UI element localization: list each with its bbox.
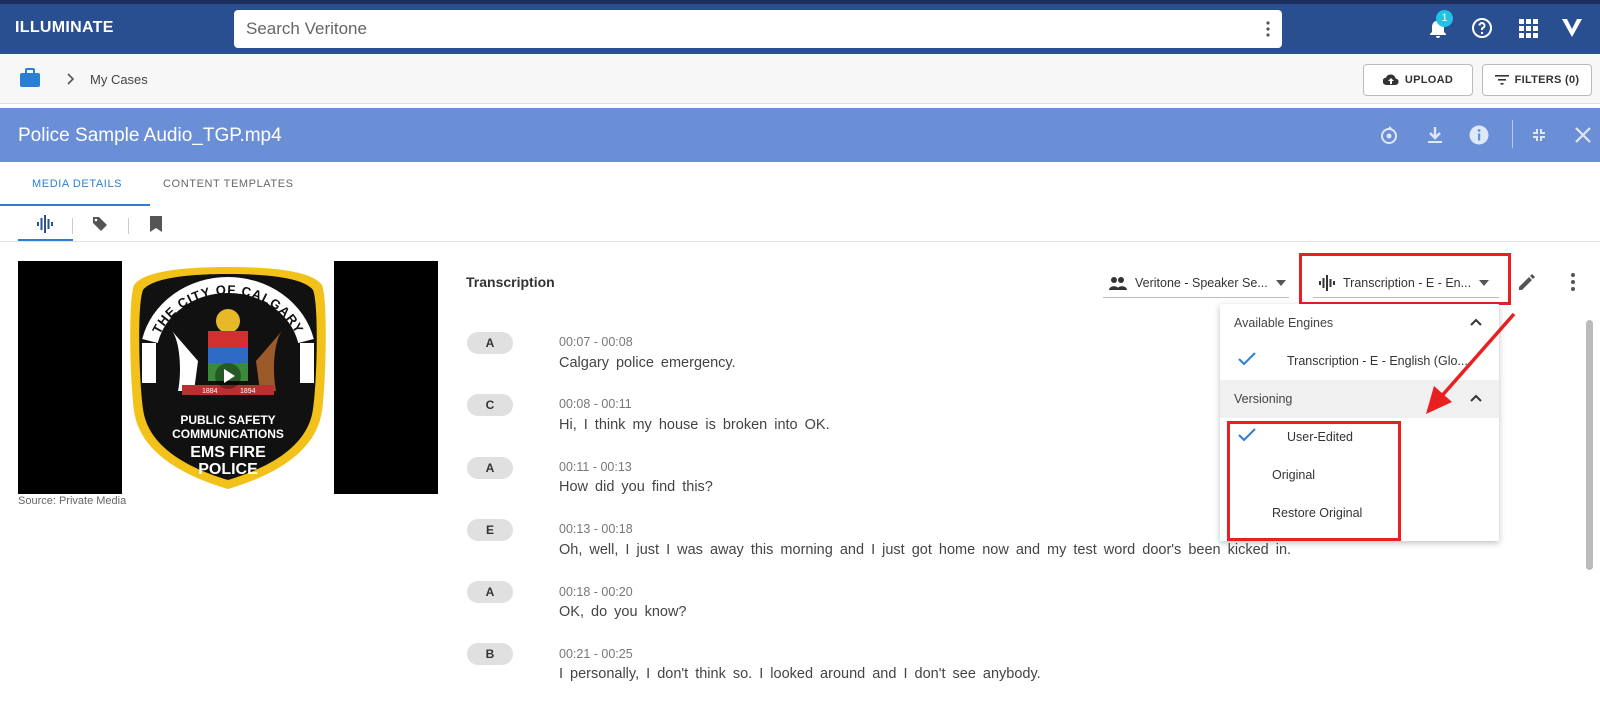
notification-count-badge: 1 — [1436, 10, 1453, 27]
cloud-upload-icon — [1382, 74, 1399, 86]
transcript-waveform-icon[interactable] — [37, 215, 53, 233]
app-brand[interactable]: ILLUMINATE — [15, 19, 114, 37]
speaker-badge: B — [467, 643, 513, 665]
badge-line5: POLICE — [198, 461, 258, 478]
tab-media-details[interactable]: MEDIA DETAILS — [32, 178, 122, 190]
speaker-badge: C — [467, 394, 513, 416]
tag-icon[interactable] — [92, 216, 108, 232]
speaker-badge: A — [467, 581, 513, 603]
collapse-icon[interactable] — [1528, 124, 1550, 146]
reprocess-icon[interactable] — [1378, 124, 1400, 146]
transcript-scrollbar[interactable] — [1586, 320, 1593, 570]
row-text[interactable]: How did you find this? — [559, 479, 713, 495]
search-input[interactable] — [234, 10, 1214, 48]
row-text[interactable]: OK, do you know? — [559, 604, 687, 620]
subtab-divider — [72, 218, 73, 234]
play-icon[interactable] — [214, 362, 242, 390]
media-header: Police Sample Audio_TGP.mp4 — [0, 108, 1600, 162]
highlight-box-engine — [1299, 253, 1511, 305]
search-options-icon[interactable] — [1266, 21, 1270, 37]
filter-icon — [1494, 75, 1509, 85]
row-text[interactable]: Calgary police emergency. — [559, 355, 736, 371]
filters-label: FILTERS (0) — [1514, 74, 1580, 86]
row-timestamp[interactable]: 00:07 - 00:08 — [559, 335, 633, 349]
search-box[interactable] — [234, 10, 1282, 48]
row-text[interactable]: Hi, I think my house is broken into OK. — [559, 417, 830, 433]
header-divider — [1512, 120, 1513, 148]
active-tab-indicator — [0, 204, 150, 206]
top-accent-strip — [0, 0, 1600, 4]
speaker-engine-label: Veritone - Speaker Se... — [1135, 275, 1268, 290]
media-title: Police Sample Audio_TGP.mp4 — [18, 125, 282, 146]
row-text[interactable]: I personally, I don't think so. I looked… — [559, 666, 1041, 682]
video-player[interactable]: THE CITY OF CALGARY 1884 1894 PUBLIC SAF… — [18, 261, 438, 494]
speaker-badge: A — [467, 457, 513, 479]
close-icon[interactable] — [1572, 124, 1594, 146]
row-timestamp[interactable]: 00:21 - 00:25 — [559, 647, 633, 661]
veritone-logo-icon[interactable] — [1560, 16, 1584, 40]
speaker-badge: A — [467, 332, 513, 354]
media-tabs: MEDIA DETAILS CONTENT TEMPLATES — [0, 162, 1600, 208]
breadcrumb-bar: My Cases UPLOAD FILTERS (0) — [0, 54, 1600, 104]
row-text[interactable]: Oh, well, I just I was away this morning… — [559, 542, 1291, 558]
help-icon[interactable] — [1470, 16, 1494, 40]
download-icon[interactable] — [1424, 124, 1446, 146]
upload-button[interactable]: UPLOAD — [1363, 64, 1473, 96]
chevron-down-icon — [1275, 279, 1286, 286]
transcription-title: Transcription — [466, 274, 555, 290]
detail-subtabs — [0, 208, 1600, 242]
bookmark-icon[interactable] — [150, 216, 162, 232]
chevron-right-icon — [67, 73, 75, 85]
row-timestamp[interactable]: 00:08 - 00:11 — [559, 397, 632, 411]
versioning-label: Versioning — [1234, 392, 1293, 406]
breadcrumb-my-cases[interactable]: My Cases — [90, 72, 148, 87]
upload-label: UPLOAD — [1404, 74, 1454, 86]
speaker-engine-dropdown[interactable]: Veritone - Speaker Se... — [1103, 268, 1289, 298]
highlight-box-versions — [1227, 421, 1401, 541]
badge-year-right: 1894 — [240, 388, 256, 395]
briefcase-icon[interactable] — [19, 68, 41, 88]
row-timestamp[interactable]: 00:13 - 00:18 — [559, 522, 633, 536]
check-icon — [1238, 352, 1256, 366]
tab-content-templates[interactable]: CONTENT TEMPLATES — [163, 178, 294, 190]
apps-grid-icon[interactable] — [1516, 16, 1540, 40]
top-bar: ILLUMINATE 1 — [0, 0, 1600, 54]
speakers-icon — [1109, 276, 1127, 290]
filters-button[interactable]: FILTERS (0) — [1482, 64, 1592, 96]
badge-line2: PUBLIC SAFETY — [180, 413, 275, 427]
more-options-icon[interactable] — [1570, 272, 1576, 292]
annotation-arrow — [1426, 312, 1516, 414]
badge-line4: EMS FIRE — [190, 444, 266, 461]
badge-line3: COMMUNICATIONS — [172, 427, 284, 441]
info-icon[interactable] — [1468, 124, 1490, 146]
edit-pencil-icon[interactable] — [1517, 272, 1537, 292]
active-subtab-indicator — [18, 239, 73, 241]
available-engines-label: Available Engines — [1234, 316, 1334, 330]
media-source-label: Source: Private Media — [18, 495, 127, 507]
subtab-divider — [128, 218, 129, 234]
row-timestamp[interactable]: 00:11 - 00:13 — [559, 460, 632, 474]
speaker-badge: E — [467, 519, 513, 541]
row-timestamp[interactable]: 00:18 - 00:20 — [559, 585, 633, 599]
